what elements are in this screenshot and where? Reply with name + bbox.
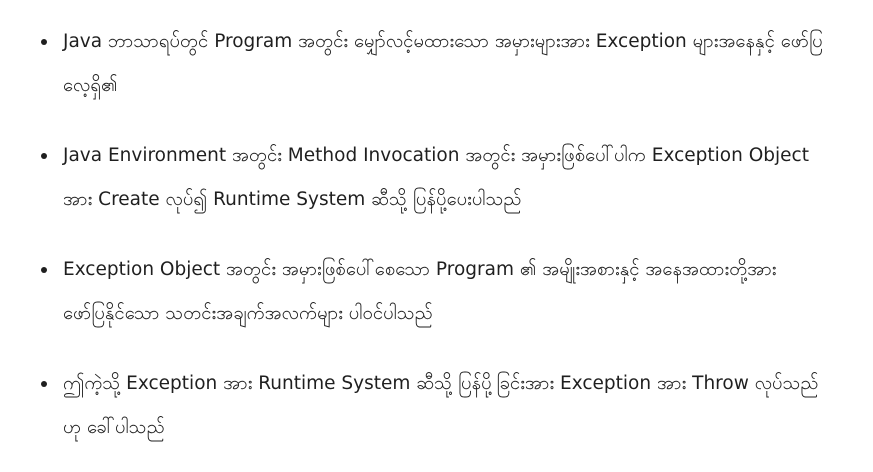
list-item-text: Exception Object အတွင်း အမှားဖြစ်ပေါ်စေသ… — [63, 259, 777, 324]
list-item-text: Java ဘာသာရပ်တွင် Program အတွင်း မျှော်လင… — [63, 31, 823, 96]
bullet-icon — [41, 267, 47, 273]
list-item: Java Environment အတွင်း Method Invocatio… — [41, 134, 823, 222]
bullet-icon — [41, 381, 47, 387]
bullet-icon — [41, 39, 47, 45]
list-item: Java ဘာသာရပ်တွင် Program အတွင်း မျှော်လင… — [41, 20, 823, 108]
bullet-list: Java ဘာသာရပ်တွင် Program အတွင်း မျှော်လင… — [0, 20, 873, 450]
list-item: Exception Object အတွင်း အမှားဖြစ်ပေါ်စေသ… — [41, 248, 823, 336]
list-item: ဤကဲ့သို့ Exception အား Runtime System ဆီ… — [41, 362, 823, 450]
list-item-text: ဤကဲ့သို့ Exception အား Runtime System ဆီ… — [63, 373, 819, 438]
list-item-text: Java Environment အတွင်း Method Invocatio… — [63, 145, 809, 210]
bullet-icon — [41, 153, 47, 159]
document-body: Java ဘာသာရပ်တွင် Program အတွင်း မျှော်လင… — [0, 0, 873, 472]
